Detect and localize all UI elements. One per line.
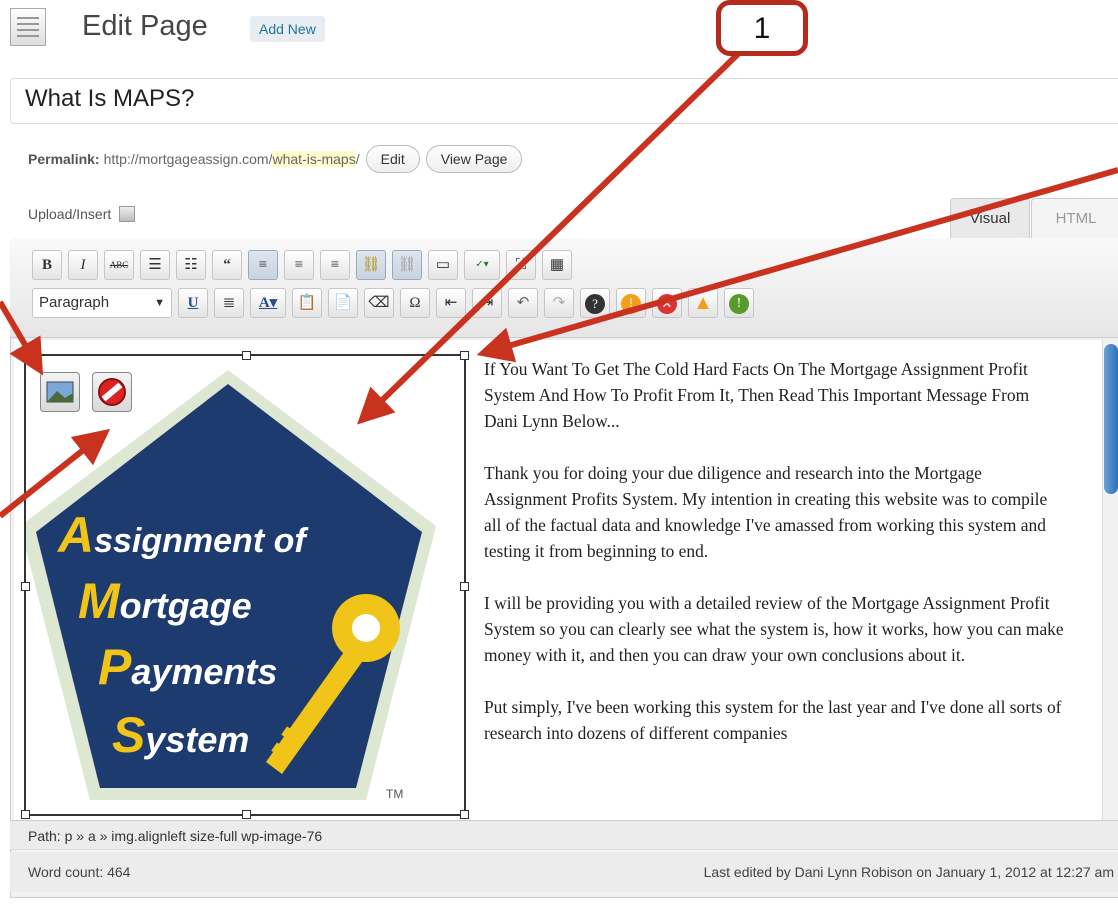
media-icon[interactable] — [119, 206, 136, 222]
page-icon — [10, 8, 46, 46]
page-title: Edit Page — [82, 10, 208, 42]
delete-icon — [98, 378, 126, 406]
permalink-row: Permalink: http://mortgageassign.com/wha… — [28, 144, 523, 174]
resize-handle[interactable] — [21, 810, 30, 819]
post-body-text: If You Want To Get The Cold Hard Facts O… — [484, 356, 1064, 772]
paragraph: Put simply, I've been working this syste… — [484, 697, 1062, 743]
path-label: Path: — [28, 828, 61, 844]
indent-icon[interactable]: ⇥ — [472, 288, 502, 318]
upload-insert[interactable]: Upload/Insert — [28, 206, 136, 222]
help-icon[interactable]: ? — [580, 288, 610, 318]
text-color-icon[interactable]: A▾ — [250, 288, 286, 318]
image-icon — [46, 381, 74, 403]
more-tag-icon[interactable]: ▭ — [428, 250, 458, 280]
paste-text-icon[interactable]: 📋 — [292, 288, 322, 318]
error-red-icon[interactable]: ✕ — [652, 288, 682, 318]
chevron-down-icon: ▼ — [154, 297, 165, 309]
format-select-value: Paragraph — [39, 294, 110, 311]
omega-icon[interactable]: Ω — [400, 288, 430, 318]
resize-handle[interactable] — [21, 351, 30, 360]
delete-image-button[interactable] — [92, 372, 132, 412]
add-new-button[interactable]: Add New — [250, 16, 325, 42]
spellcheck-icon[interactable]: ✓▾ — [464, 250, 500, 280]
underline-button[interactable]: U — [178, 288, 208, 318]
permalink-base: http://mortgageassign.com/ — [103, 151, 273, 167]
paste-word-icon[interactable]: 📄 — [328, 288, 358, 318]
post-title-input[interactable]: What Is MAPS? — [10, 78, 1118, 124]
editor-toolbar: B I ABC ☰ ☷ “ ≡ ≡ ≡ ⛓ ⛓ ▭ ✓▾ ⛶ ▦ Paragra… — [10, 238, 1118, 338]
format-select[interactable]: Paragraph ▼ — [32, 288, 172, 318]
image-selection-frame[interactable] — [21, 351, 469, 819]
warning-orange-icon[interactable]: ! — [616, 288, 646, 318]
strikethrough-button[interactable]: ABC — [104, 250, 134, 280]
align-right-icon[interactable]: ≡ — [320, 250, 350, 280]
edit-image-button[interactable] — [40, 372, 80, 412]
permalink-slug[interactable]: what-is-maps — [272, 151, 356, 167]
annotation-badge: 1 — [716, 0, 808, 56]
scrollbar-thumb[interactable] — [1104, 344, 1118, 494]
eraser-icon[interactable]: ⌫ — [364, 288, 394, 318]
resize-handle[interactable] — [242, 810, 251, 819]
outdent-icon[interactable]: ⇤ — [436, 288, 466, 318]
permalink-trailing: / — [355, 151, 360, 167]
kitchen-sink-icon[interactable]: ▦ — [542, 250, 572, 280]
word-count: Word count: 464 — [28, 864, 131, 880]
resize-handle[interactable] — [21, 582, 30, 591]
permalink-label: Permalink: — [28, 151, 100, 167]
element-path-bar: Path: p » a » img.alignleft size-full wp… — [10, 820, 1118, 850]
numbered-list-icon[interactable]: ☷ — [176, 250, 206, 280]
tab-visual[interactable]: Visual — [950, 198, 1030, 238]
resize-handle[interactable] — [460, 810, 469, 819]
italic-button[interactable]: I — [68, 250, 98, 280]
insert-link-icon[interactable]: ⛓ — [356, 250, 386, 280]
align-left-icon[interactable]: ≡ — [248, 250, 278, 280]
tab-html[interactable]: HTML — [1031, 198, 1118, 238]
fullscreen-icon[interactable]: ⛶ — [506, 250, 536, 280]
justify-icon[interactable]: ≣ — [214, 288, 244, 318]
bullet-list-icon[interactable]: ☰ — [140, 250, 170, 280]
resize-handle[interactable] — [242, 351, 251, 360]
resize-handle[interactable] — [460, 582, 469, 591]
alert-triangle-icon[interactable]: ▲ — [688, 288, 718, 318]
paragraph: Thank you for doing your due diligence a… — [484, 463, 1048, 561]
paragraph: I will be providing you with a detailed … — [484, 593, 1064, 665]
paragraph: If You Want To Get The Cold Hard Facts O… — [484, 359, 1030, 431]
align-center-icon[interactable]: ≡ — [284, 250, 314, 280]
success-green-icon[interactable]: ! — [724, 288, 754, 318]
redo-icon[interactable]: ↷ — [544, 288, 574, 318]
bold-button[interactable]: B — [32, 250, 62, 280]
permalink-edit-button[interactable]: Edit — [365, 145, 420, 173]
unlink-icon[interactable]: ⛓ — [392, 250, 422, 280]
undo-icon[interactable]: ↶ — [508, 288, 538, 318]
blockquote-icon[interactable]: “ — [212, 250, 242, 280]
view-page-button[interactable]: View Page — [425, 145, 523, 173]
editor-status-bar: Word count: 464 Last edited by Dani Lynn… — [10, 852, 1118, 892]
path-value[interactable]: p » a » img.alignleft size-full wp-image… — [65, 828, 323, 844]
upload-insert-label: Upload/Insert — [28, 206, 112, 222]
resize-handle[interactable] — [460, 351, 469, 360]
last-edited: Last edited by Dani Lynn Robison on Janu… — [703, 864, 1114, 880]
